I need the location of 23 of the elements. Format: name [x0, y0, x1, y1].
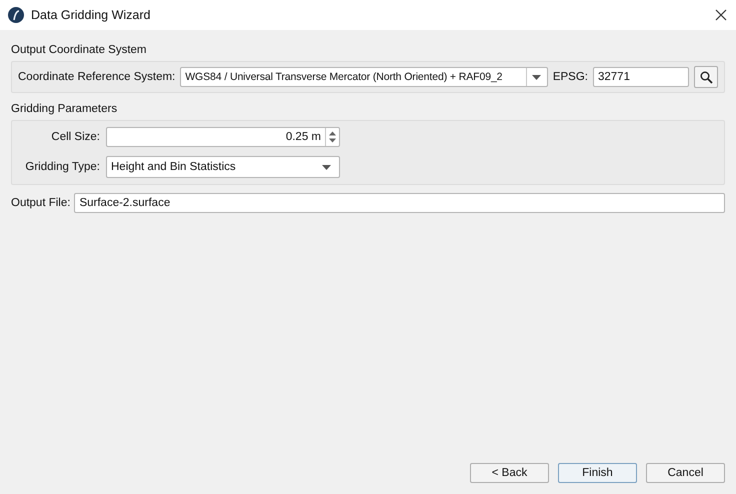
search-button[interactable]	[694, 66, 718, 88]
dialog-button[interactable]: Finish	[558, 463, 637, 483]
field-label: Output File:	[11, 197, 70, 209]
section-heading: Gridding Parameters	[11, 103, 118, 115]
gridding-type-dropdown[interactable]: Height and Bin Statistics	[106, 156, 340, 178]
epsg-field[interactable]: 32771	[593, 67, 689, 87]
dropdown-caret-icon	[532, 74, 542, 80]
dialog-button[interactable]: Cancel	[646, 463, 725, 483]
close-icon[interactable]	[714, 8, 728, 22]
field-label: Coordinate Reference System:	[18, 71, 176, 83]
dialog-button[interactable]: < Back	[470, 463, 549, 483]
crs-dropdown[interactable]: WGS84 / Universal Transverse Mercator (North Oriented) + RAF09_2	[180, 67, 548, 87]
window-title: Data Gridding Wizard	[31, 8, 152, 22]
app-icon	[8, 7, 24, 23]
field-label: Gridding Type:	[24, 161, 100, 173]
output-file-field[interactable]: Surface-2.surface	[74, 193, 725, 213]
dropdown-caret-icon	[322, 164, 331, 170]
spin-arrows-icon[interactable]	[325, 128, 339, 146]
search-icon	[700, 70, 712, 84]
cell-size-spinbox[interactable]: 0.25 m	[106, 127, 340, 147]
field-label: EPSG:	[552, 71, 588, 83]
field-label: Cell Size:	[50, 131, 100, 143]
section-heading: Output Coordinate System	[11, 44, 148, 56]
